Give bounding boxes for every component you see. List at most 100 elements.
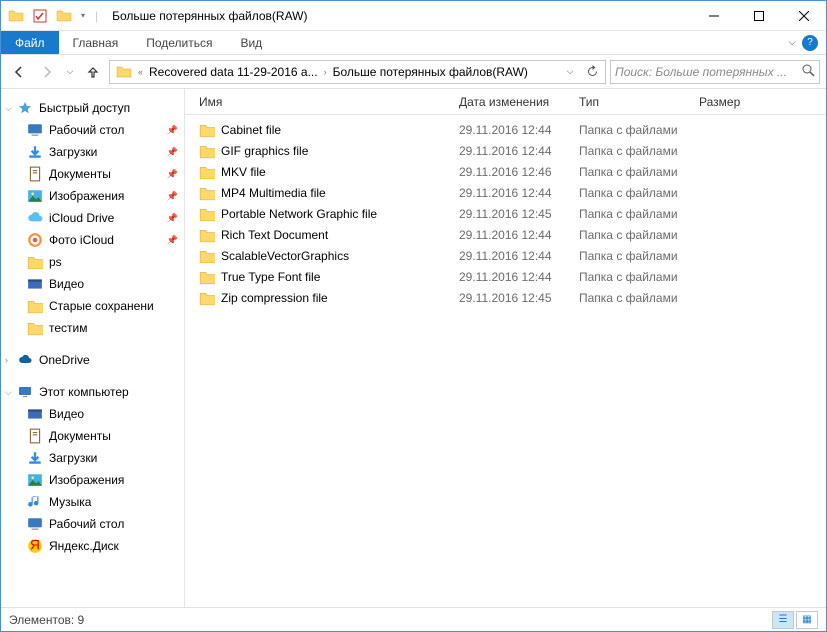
pin-icon: 📌 bbox=[167, 191, 178, 202]
sidebar-item-quick-1[interactable]: Загрузки📌 bbox=[1, 141, 184, 163]
sidebar-item-label: Документы bbox=[49, 167, 111, 181]
table-row[interactable]: Cabinet file29.11.2016 12:44Папка с файл… bbox=[185, 119, 826, 140]
file-type: Папка с файлами bbox=[573, 249, 693, 263]
sidebar-item-label: Изображения bbox=[49, 189, 124, 203]
search-box[interactable]: Поиск: Больше потерянных ... bbox=[610, 60, 820, 84]
maximize-button[interactable] bbox=[736, 1, 781, 31]
file-date: 29.11.2016 12:45 bbox=[453, 207, 573, 221]
video-icon bbox=[27, 406, 43, 422]
table-row[interactable]: GIF graphics file29.11.2016 12:44Папка с… bbox=[185, 140, 826, 161]
table-row[interactable]: Rich Text Document29.11.2016 12:44Папка … bbox=[185, 224, 826, 245]
status-text: Элементов: 9 bbox=[9, 613, 84, 627]
table-row[interactable]: MP4 Multimedia file29.11.2016 12:44Папка… bbox=[185, 182, 826, 203]
yandex-icon: Я bbox=[27, 538, 43, 554]
folder-icon bbox=[199, 164, 215, 180]
sidebar-item-pc-1[interactable]: Документы bbox=[1, 425, 184, 447]
sidebar-item-label: Рабочий стол bbox=[49, 517, 124, 531]
minimize-button[interactable] bbox=[691, 1, 736, 31]
close-button[interactable] bbox=[781, 1, 826, 31]
star-icon bbox=[17, 100, 33, 116]
sidebar-item-quick-8[interactable]: Старые сохранени bbox=[1, 295, 184, 317]
sidebar-item-pc-3[interactable]: Изображения bbox=[1, 469, 184, 491]
sidebar-item-pc-6[interactable]: ЯЯндекс.Диск bbox=[1, 535, 184, 557]
table-row[interactable]: ScalableVectorGraphics29.11.2016 12:44Па… bbox=[185, 245, 826, 266]
col-date[interactable]: Дата изменения bbox=[453, 95, 573, 109]
sidebar-item-pc-0[interactable]: Видео bbox=[1, 403, 184, 425]
file-name: ScalableVectorGraphics bbox=[221, 249, 349, 263]
documents-icon bbox=[27, 428, 43, 444]
breadcrumb-seg-0[interactable]: Recovered data 11-29-2016 a... bbox=[145, 61, 322, 83]
folder-icon bbox=[199, 269, 215, 285]
col-size[interactable]: Размер bbox=[693, 95, 773, 109]
tab-view[interactable]: Вид bbox=[226, 31, 276, 54]
file-type: Папка с файлами bbox=[573, 144, 693, 158]
sidebar-item-quick-0[interactable]: Рабочий стол📌 bbox=[1, 119, 184, 141]
refresh-button[interactable] bbox=[581, 61, 603, 83]
file-date: 29.11.2016 12:44 bbox=[453, 144, 573, 158]
table-row[interactable]: MKV file29.11.2016 12:46Папка с файлами bbox=[185, 161, 826, 182]
col-name[interactable]: Имя bbox=[193, 95, 453, 109]
breadcrumb-seg-1[interactable]: Больше потерянных файлов(RAW) bbox=[329, 61, 532, 83]
file-date: 29.11.2016 12:44 bbox=[453, 186, 573, 200]
chevron-down-icon[interactable]: ⌵ bbox=[5, 387, 12, 398]
sidebar-item-quick-7[interactable]: Видео bbox=[1, 273, 184, 295]
sidebar-item-label: Изображения bbox=[49, 473, 124, 487]
file-type: Папка с файлами bbox=[573, 207, 693, 221]
navigation-pane[interactable]: ⌵ Быстрый доступ Рабочий стол📌Загрузки📌Д… bbox=[1, 89, 185, 607]
folder-icon bbox=[27, 320, 43, 336]
sidebar-quick-access[interactable]: ⌵ Быстрый доступ bbox=[1, 97, 184, 119]
sidebar-item-quick-3[interactable]: Изображения 📌 bbox=[1, 185, 184, 207]
file-date: 29.11.2016 12:45 bbox=[453, 291, 573, 305]
up-button[interactable] bbox=[81, 60, 105, 84]
file-name: MKV file bbox=[221, 165, 266, 179]
tab-share[interactable]: Поделиться bbox=[132, 31, 226, 54]
qat-newfolder-icon[interactable] bbox=[53, 5, 75, 27]
sidebar-item-quick-5[interactable]: Фото iCloud📌 bbox=[1, 229, 184, 251]
sidebar-item-quick-6[interactable]: ps bbox=[1, 251, 184, 273]
sidebar-item-pc-4[interactable]: Музыка bbox=[1, 491, 184, 513]
breadcrumb-chevron-icon[interactable]: › bbox=[322, 67, 329, 77]
folder-icon bbox=[199, 143, 215, 159]
sidebar-onedrive[interactable]: › OneDrive bbox=[1, 349, 184, 371]
sidebar-item-quick-9[interactable]: тестим bbox=[1, 317, 184, 339]
ribbon-expand-icon[interactable]: ⌵ bbox=[788, 37, 796, 48]
pictures-icon bbox=[27, 188, 43, 204]
help-icon[interactable]: ? bbox=[802, 35, 818, 51]
table-row[interactable]: True Type Font file29.11.2016 12:44Папка… bbox=[185, 266, 826, 287]
cloud-icon bbox=[17, 352, 33, 368]
col-type[interactable]: Тип bbox=[573, 95, 693, 109]
file-name: True Type Font file bbox=[221, 270, 320, 284]
qat-dropdown-icon[interactable]: ▾ bbox=[77, 5, 89, 27]
view-icons-button[interactable]: ▦ bbox=[796, 611, 818, 629]
recent-dropdown-icon[interactable]: ⌵ bbox=[63, 60, 77, 84]
sidebar-item-label: ps bbox=[49, 255, 62, 269]
address-dropdown-icon[interactable]: ⌵ bbox=[559, 61, 581, 83]
titlebar: ▾ | Больше потерянных файлов(RAW) bbox=[1, 1, 826, 31]
tab-file[interactable]: Файл bbox=[1, 31, 59, 54]
sidebar-item-pc-5[interactable]: Рабочий стол bbox=[1, 513, 184, 535]
sidebar-item-quick-2[interactable]: Документы 📌 bbox=[1, 163, 184, 185]
qat-properties-icon[interactable] bbox=[29, 5, 51, 27]
pin-icon: 📌 bbox=[167, 169, 178, 180]
chevron-right-icon[interactable]: › bbox=[5, 355, 8, 365]
forward-button[interactable] bbox=[35, 60, 59, 84]
pin-icon: 📌 bbox=[167, 235, 178, 246]
music-icon bbox=[27, 494, 43, 510]
sidebar-item-label: Видео bbox=[49, 407, 84, 421]
table-row[interactable]: Zip compression file29.11.2016 12:45Папк… bbox=[185, 287, 826, 308]
sidebar-quick-access-label: Быстрый доступ bbox=[39, 101, 130, 115]
table-row[interactable]: Portable Network Graphic file29.11.2016 … bbox=[185, 203, 826, 224]
sidebar-item-pc-2[interactable]: Загрузки bbox=[1, 447, 184, 469]
file-list[interactable]: Cabinet file29.11.2016 12:44Папка с файл… bbox=[185, 115, 826, 607]
back-button[interactable] bbox=[7, 60, 31, 84]
chevron-down-icon[interactable]: ⌵ bbox=[5, 103, 12, 114]
address-bar[interactable]: « Recovered data 11-29-2016 a... › Больш… bbox=[109, 60, 606, 84]
file-type: Папка с файлами bbox=[573, 270, 693, 284]
tab-home[interactable]: Главная bbox=[59, 31, 133, 54]
folder-icon bbox=[199, 248, 215, 264]
svg-text:Я: Я bbox=[30, 538, 40, 552]
sidebar-this-pc[interactable]: ⌵ Этот компьютер bbox=[1, 381, 184, 403]
breadcrumb-prefix[interactable]: « bbox=[136, 67, 145, 77]
sidebar-item-quick-4[interactable]: iCloud Drive📌 bbox=[1, 207, 184, 229]
view-details-button[interactable]: ☰ bbox=[772, 611, 794, 629]
